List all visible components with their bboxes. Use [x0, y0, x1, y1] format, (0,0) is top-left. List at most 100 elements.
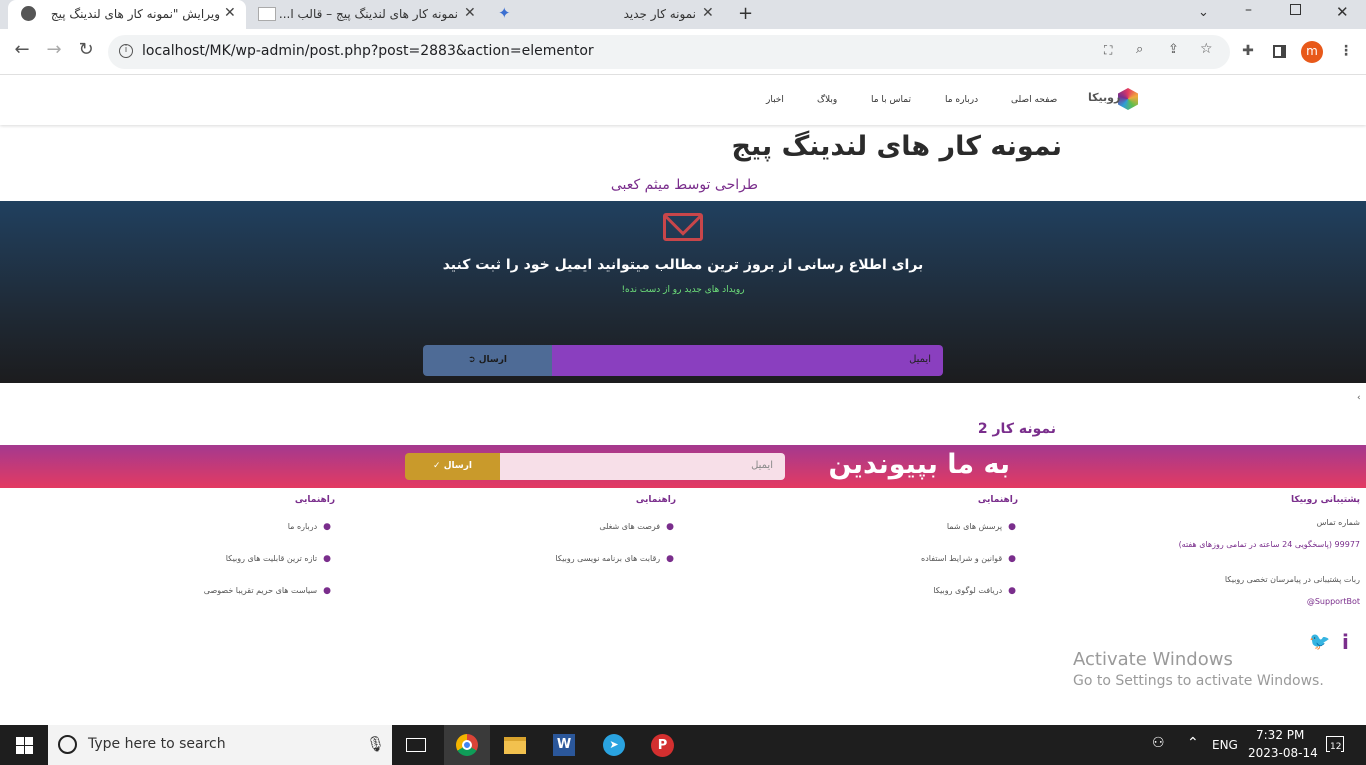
- windows-start-icon[interactable]: [16, 737, 33, 754]
- newsletter-heading: برای اطلاع رسانی از بروز ترین مطالب میتو…: [442, 257, 924, 273]
- join-heading: به ما بپیوندین: [828, 449, 1010, 480]
- check-circle-icon: ✓: [433, 461, 441, 471]
- site-header: روبیکا صفحه اصلی درباره ما تماس با ما وب…: [0, 75, 1366, 125]
- footer-link[interactable]: ●پرسش های شما: [947, 522, 1016, 532]
- submit-label: ارسال: [443, 461, 472, 471]
- close-icon[interactable]: ✕: [702, 5, 714, 21]
- reload-button[interactable]: ↻: [74, 39, 98, 60]
- page-subtitle: طراحی توسط میثم کعبی: [610, 177, 758, 193]
- tab-edit-page[interactable]: ویرایش "نمونه کار های لندینگ پیج ✕: [8, 0, 246, 29]
- windows-taskbar: Type here to search 🎙 W ➤ P ⚇ ⌃ ENG 7:32…: [0, 725, 1366, 765]
- menu-home[interactable]: صفحه اصلی: [1011, 95, 1057, 105]
- logo-cube-icon: [1118, 88, 1138, 110]
- site-favicon-icon: [258, 7, 276, 21]
- search-placeholder: Type here to search: [88, 736, 226, 752]
- clock-time[interactable]: 7:32 PM: [1256, 728, 1304, 742]
- arrow-circle-icon: ➲: [468, 355, 476, 365]
- menu-about[interactable]: درباره ما: [945, 95, 978, 105]
- footer-link[interactable]: ●تازه ترین قابلیت های روبیکا: [226, 554, 331, 564]
- extensions-icon[interactable]: ✚: [1238, 43, 1258, 59]
- side-panel-icon[interactable]: [1273, 45, 1286, 58]
- footer-bot-handle[interactable]: SupportBot@: [1307, 597, 1360, 606]
- close-icon[interactable]: ✕: [224, 5, 236, 21]
- email-placeholder: ایمیل: [751, 460, 773, 471]
- join-submit-button[interactable]: ارسال ✓: [405, 453, 500, 480]
- zoom-icon[interactable]: ⌕: [1136, 42, 1143, 57]
- email-placeholder: ایمیل: [909, 354, 931, 365]
- footer-link[interactable]: ●قوانین و شرایط استفاده: [921, 554, 1016, 564]
- translate-icon[interactable]: ⛶: [1104, 43, 1112, 58]
- bookmark-star-icon[interactable]: ☆: [1200, 41, 1213, 57]
- panel-collapse-icon[interactable]: ‹: [1357, 393, 1361, 403]
- footer-link[interactable]: ●درباره ما: [288, 522, 331, 532]
- browser-menu-icon[interactable]: ⋮: [1336, 43, 1356, 59]
- join-section: به ما بپیوندین ایمیل ارسال ✓: [0, 445, 1366, 488]
- footer-bot-label: ربات پشتیبانی در پیامرسان تخصی روبیکا: [1224, 575, 1360, 584]
- share-icon[interactable]: ⇪: [1168, 42, 1179, 57]
- footer-link[interactable]: ●دریافت لوگوی روبیکا: [933, 586, 1016, 596]
- info-icon[interactable]: i: [1342, 630, 1349, 654]
- logo-text: روبیکا: [1088, 91, 1121, 104]
- telegram-icon[interactable]: ➤: [603, 734, 625, 756]
- elementor-pin-icon: ✦: [498, 4, 511, 22]
- close-window-button[interactable]: ✕: [1336, 3, 1349, 21]
- submit-label: ارسال: [478, 355, 507, 365]
- search-circle-icon: [58, 735, 77, 754]
- footer-link[interactable]: ●سیاست های حریم تقریبا خصوصی: [204, 586, 331, 596]
- task-view-icon[interactable]: [406, 738, 426, 752]
- twitter-icon[interactable]: 🐦: [1309, 632, 1330, 652]
- wordpress-icon: [21, 6, 36, 21]
- page-title: نمونه کار های لندینگ پیج: [731, 131, 1062, 162]
- forward-button[interactable]: →: [42, 39, 66, 60]
- language-indicator[interactable]: ENG: [1212, 738, 1238, 752]
- address-bar-row: ← → ↻ i localhost/MK/wp-admin/post.php?p…: [0, 29, 1366, 75]
- browser-tab-bar: ویرایش "نمونه کار های لندینگ پیج ✕ نمونه…: [0, 0, 1366, 29]
- file-explorer-icon[interactable]: [504, 737, 526, 754]
- taskbar-search[interactable]: Type here to search 🎙: [48, 725, 392, 765]
- section-2-title: نمونه کار 2: [977, 421, 1056, 437]
- footer-phone-label: شماره تماس: [1316, 518, 1360, 527]
- tab-landing[interactable]: نمونه کار های لندینگ پیج – قالب ا... ✕: [252, 0, 488, 29]
- microphone-icon[interactable]: 🎙: [366, 735, 385, 753]
- profile-avatar[interactable]: m: [1301, 41, 1323, 63]
- back-button[interactable]: ←: [10, 39, 34, 60]
- footer-col3-title: راهنمایی: [635, 495, 676, 505]
- page-viewport: روبیکا صفحه اصلی درباره ما تماس با ما وب…: [0, 75, 1366, 725]
- menu-contact[interactable]: تماس با ما: [871, 95, 911, 105]
- restore-button[interactable]: [1290, 4, 1301, 15]
- footer-support-title: پشتیبانی روبیکا: [1291, 495, 1360, 505]
- tab-title: ویرایش "نمونه کار های لندینگ پیج: [50, 7, 220, 21]
- newsletter-subtext: رویداد های جدید رو از دست نده!: [621, 285, 745, 295]
- envelope-icon: [663, 213, 703, 241]
- footer-col2-title: راهنمایی: [977, 495, 1018, 505]
- footer-phone-number: 99977 (پاسخگویی 24 ساعته در تمامی روزهای…: [1178, 540, 1360, 549]
- psiphon-icon[interactable]: P: [651, 734, 674, 757]
- activate-windows-watermark: Activate Windows: [1073, 649, 1233, 670]
- minimize-button[interactable]: –: [1245, 2, 1252, 18]
- footer-link[interactable]: ●فرصت های شغلی: [599, 522, 674, 532]
- info-icon: i: [119, 44, 133, 58]
- tab-new-portfolio[interactable]: ✦ نمونه کار جدید ✕: [492, 0, 726, 29]
- activate-windows-hint: Go to Settings to activate Windows.: [1073, 673, 1324, 689]
- tab-title: نمونه کار جدید: [623, 7, 696, 21]
- new-tab-button[interactable]: +: [738, 3, 753, 24]
- join-email-input[interactable]: ایمیل: [500, 453, 785, 480]
- footer-link[interactable]: ●رقابت های برنامه نویسی روبیکا: [555, 554, 674, 564]
- notification-count: 12: [1330, 742, 1342, 752]
- newsletter-submit-button[interactable]: ارسال ➲: [423, 345, 552, 376]
- newsletter-section: برای اطلاع رسانی از بروز ترین مطالب میتو…: [0, 201, 1366, 383]
- footer-col4-title: راهنمایی: [294, 495, 335, 505]
- url-text: localhost/MK/wp-admin/post.php?post=2883…: [142, 43, 594, 59]
- tab-search-icon[interactable]: ⌄: [1198, 5, 1209, 20]
- clock-date[interactable]: 2023-08-14: [1248, 746, 1318, 760]
- chevron-up-icon[interactable]: ⌃: [1187, 735, 1199, 751]
- people-icon[interactable]: ⚇: [1152, 735, 1165, 751]
- word-icon[interactable]: W: [553, 734, 575, 756]
- close-icon[interactable]: ✕: [464, 5, 476, 21]
- site-logo[interactable]: روبیکا: [1088, 87, 1140, 111]
- newsletter-email-input[interactable]: ایمیل: [552, 345, 943, 376]
- menu-news[interactable]: اخبار: [766, 95, 784, 105]
- menu-blog[interactable]: وبلاگ: [817, 95, 837, 105]
- url-bar[interactable]: i localhost/MK/wp-admin/post.php?post=28…: [108, 35, 1230, 69]
- chrome-icon[interactable]: [444, 725, 490, 765]
